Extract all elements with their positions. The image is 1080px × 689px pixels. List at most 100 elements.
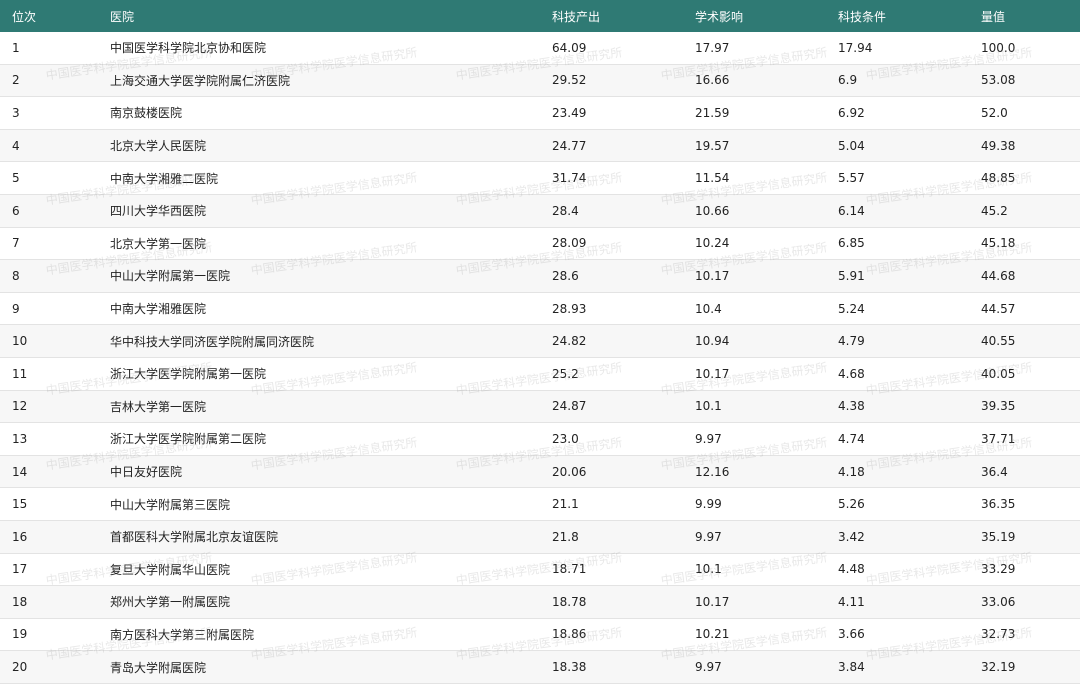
sci-output-cell: 18.78: [552, 594, 587, 609]
academic-impact-cell: 9.99: [695, 497, 722, 512]
sci-output-cell: 64.09: [552, 40, 587, 55]
academic-impact-cell: 10.1: [695, 562, 722, 577]
table-row[interactable]: 3 南京鼓楼医院 23.49 21.59 6.92 52.0: [0, 97, 1080, 130]
sci-conditions-cell: 5.24: [838, 301, 865, 316]
sci-output-cell: 18.86: [552, 627, 587, 642]
table-row[interactable]: 7 北京大学第一医院 28.09 10.24 6.85 45.18: [0, 228, 1080, 261]
score-cell: 33.06: [981, 594, 1016, 609]
table-row[interactable]: 16 首都医科大学附属北京友谊医院 21.8 9.97 3.42 35.19: [0, 520, 1080, 554]
table-row[interactable]: 15 中山大学附属第三医院 21.1 9.99 5.26 36.35: [0, 488, 1080, 521]
score-cell: 33.29: [981, 562, 1016, 577]
score-cell: 39.35: [981, 399, 1016, 414]
hospital-cell: 中国医学科学院北京协和医院: [110, 41, 267, 56]
score-cell: 48.85: [981, 171, 1016, 186]
table-row[interactable]: 1 中国医学科学院北京协和医院 64.09 17.97 17.94 100.0: [0, 32, 1080, 65]
header-score[interactable]: 量值: [981, 8, 1080, 25]
sci-output-cell: 28.6: [552, 268, 579, 283]
rank-cell: 11: [12, 366, 28, 381]
hospital-cell: 华中科技大学同济医学院附属同济医院: [110, 334, 315, 349]
rank-cell: 12: [12, 399, 28, 414]
academic-impact-cell: 10.4: [695, 301, 722, 316]
table-row[interactable]: 9 中南大学湘雅医院 28.93 10.4 5.24 44.57: [0, 293, 1080, 326]
sci-conditions-cell: 6.85: [838, 236, 865, 251]
rank-cell: 18: [12, 594, 28, 609]
header-sci-conditions[interactable]: 科技条件: [838, 8, 981, 25]
academic-impact-cell: 21.59: [695, 105, 730, 120]
score-cell: 40.55: [981, 334, 1016, 349]
academic-impact-cell: 16.66: [695, 73, 730, 88]
table-row[interactable]: 4 北京大学人民医院 24.77 19.57 5.04 49.38: [0, 129, 1080, 163]
hospital-cell: 浙江大学医学院附属第一医院: [110, 367, 267, 382]
table-row[interactable]: 18 郑州大学第一附属医院 18.78 10.17 4.11 33.06: [0, 586, 1080, 619]
hospital-cell: 青岛大学附属医院: [110, 660, 207, 675]
hospital-cell: 首都医科大学附属北京友谊医院: [110, 530, 279, 545]
table-row[interactable]: 13 浙江大学医学院附属第二医院 23.0 9.97 4.74 37.71: [0, 423, 1080, 456]
academic-impact-cell: 10.17: [695, 594, 730, 609]
header-hospital[interactable]: 医院: [110, 8, 552, 25]
academic-impact-cell: 9.97: [695, 529, 722, 544]
sci-conditions-cell: 6.9: [838, 73, 858, 88]
score-cell: 37.71: [981, 431, 1016, 446]
header-sci-output[interactable]: 科技产出: [552, 8, 695, 25]
table-row[interactable]: 14 中日友好医院 20.06 12.16 4.18 36.4: [0, 455, 1080, 489]
rank-cell: 19: [12, 627, 28, 642]
academic-impact-cell: 10.1: [695, 399, 722, 414]
table-body: 1 中国医学科学院北京协和医院 64.09 17.97 17.94 100.0 2 上海交通大…: [0, 32, 1080, 684]
sci-output-cell: 31.74: [552, 171, 587, 186]
sci-output-cell: 23.0: [552, 431, 579, 446]
score-cell: 44.57: [981, 301, 1016, 316]
hospital-cell: 中山大学附属第三医院: [110, 497, 231, 512]
academic-impact-cell: 10.21: [695, 627, 730, 642]
academic-impact-cell: 19.57: [695, 138, 730, 153]
score-cell: 32.19: [981, 660, 1016, 675]
table-row[interactable]: 20 青岛大学附属医院 18.38 9.97 3.84 32.19: [0, 651, 1080, 684]
rank-cell: 14: [12, 464, 28, 479]
table-row[interactable]: 2 上海交通大学医学院附属仁济医院 29.52 16.66 6.9 53.08: [0, 64, 1080, 98]
sci-conditions-cell: 4.18: [838, 464, 865, 479]
hospital-cell: 中日友好医院: [110, 465, 183, 480]
rank-cell: 16: [12, 529, 28, 544]
rank-cell: 20: [12, 660, 28, 675]
rank-cell: 13: [12, 431, 28, 446]
sci-output-cell: 21.8: [552, 529, 579, 544]
table-row[interactable]: 17 复旦大学附属华山医院 18.71 10.1 4.48 33.29: [0, 554, 1080, 587]
score-cell: 32.73: [981, 627, 1016, 642]
header-rank[interactable]: 位次: [0, 8, 110, 25]
rank-cell: 15: [12, 497, 28, 512]
sci-conditions-cell: 3.66: [838, 627, 865, 642]
academic-impact-cell: 9.97: [695, 431, 722, 446]
sci-conditions-cell: 5.26: [838, 497, 865, 512]
sci-output-cell: 25.2: [552, 366, 579, 381]
sci-conditions-cell: 5.04: [838, 138, 865, 153]
table-row[interactable]: 5 中南大学湘雅二医院 31.74 11.54 5.57 48.85: [0, 162, 1080, 195]
rank-cell: 2: [12, 73, 20, 88]
score-cell: 44.68: [981, 268, 1016, 283]
header-academic-impact[interactable]: 学术影响: [695, 8, 838, 25]
academic-impact-cell: 10.94: [695, 334, 730, 349]
score-cell: 45.2: [981, 203, 1008, 218]
sci-conditions-cell: 17.94: [838, 40, 873, 55]
sci-conditions-cell: 5.91: [838, 268, 865, 283]
table-row[interactable]: 19 南方医科大学第三附属医院 18.86 10.21 3.66 32.73: [0, 619, 1080, 652]
academic-impact-cell: 10.17: [695, 366, 730, 381]
table-row[interactable]: 12 吉林大学第一医院 24.87 10.1 4.38 39.35: [0, 390, 1080, 424]
score-cell: 40.05: [981, 366, 1016, 381]
score-cell: 52.0: [981, 105, 1008, 120]
rank-cell: 9: [12, 301, 20, 316]
score-cell: 36.4: [981, 464, 1008, 479]
hospital-cell: 南方医科大学第三附属医院: [110, 627, 255, 642]
hospital-cell: 上海交通大学医学院附属仁济医院: [110, 73, 291, 88]
hospital-cell: 北京大学人民医院: [110, 139, 207, 154]
rank-cell: 1: [12, 40, 20, 55]
table-row[interactable]: 8 中山大学附属第一医院 28.6 10.17 5.91 44.68: [0, 260, 1080, 293]
sci-output-cell: 21.1: [552, 497, 579, 512]
sci-output-cell: 20.06: [552, 464, 587, 479]
table-row[interactable]: 11 浙江大学医学院附属第一医院 25.2 10.17 4.68 40.05: [0, 358, 1080, 391]
table-row[interactable]: 6 四川大学华西医院 28.4 10.66 6.14 45.2: [0, 194, 1080, 228]
table-row[interactable]: 10 华中科技大学同济医学院附属同济医院 24.82 10.94 4.79 40.55: [0, 325, 1080, 358]
score-cell: 36.35: [981, 497, 1016, 512]
hospital-cell: 吉林大学第一医院: [110, 399, 207, 414]
sci-output-cell: 28.4: [552, 203, 579, 218]
sci-output-cell: 23.49: [552, 105, 587, 120]
sci-conditions-cell: 5.57: [838, 171, 865, 186]
